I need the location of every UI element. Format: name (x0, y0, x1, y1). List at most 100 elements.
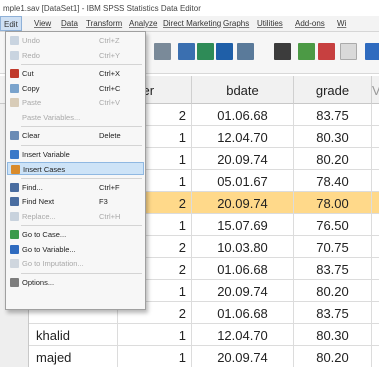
grade-cell[interactable]: 80.30 (294, 324, 372, 346)
grade-cell[interactable]: 80.30 (294, 126, 372, 148)
menu-item-go-to-case[interactable]: Go to Case... (7, 228, 144, 241)
grade-cell[interactable]: 76.50 (294, 214, 372, 236)
select-cases-icon[interactable] (237, 43, 254, 60)
grade-cell[interactable]: 83.75 (294, 258, 372, 280)
var-cell[interactable] (372, 148, 379, 170)
split-file-icon[interactable] (298, 43, 315, 60)
name-cell[interactable]: khalid (30, 324, 118, 346)
menu-item-insert-variable[interactable]: Insert Variable (7, 148, 144, 161)
bdate-cell[interactable]: 10.03.80 (192, 236, 294, 258)
menu-item-options[interactable]: Options... (7, 276, 144, 289)
name-cell[interactable]: majed (30, 346, 118, 367)
value-labels-icon[interactable] (365, 43, 379, 60)
grid-view-icon[interactable] (340, 43, 357, 60)
grid-table-icon[interactable] (216, 43, 233, 60)
bdate-cell[interactable]: 01.06.68 (192, 104, 294, 126)
column-header-var[interactable]: Va (372, 76, 379, 104)
grade-cell[interactable]: 83.75 (294, 302, 372, 324)
gender-cell[interactable]: 1 (118, 324, 192, 346)
menu-item-label: Go to Imputation... (22, 259, 84, 268)
menu-item-cut[interactable]: Cut Ctrl+X (7, 67, 144, 80)
menu-item-paste-variables[interactable]: Paste Variables... (7, 111, 144, 124)
grade-cell[interactable]: 80.20 (294, 280, 372, 302)
var-cell[interactable] (372, 104, 379, 126)
menu-add-ons[interactable]: Add-ons (295, 19, 325, 28)
grade-cell[interactable]: 78.40 (294, 170, 372, 192)
table-row[interactable]: khalid 1 12.04.70 80.30 (0, 324, 379, 346)
bdate-cell[interactable]: 20.09.74 (192, 192, 294, 214)
bdate-cell[interactable]: 01.06.68 (192, 302, 294, 324)
menu-item-label: Clear (22, 131, 40, 140)
bdate-cell[interactable]: 01.06.68 (192, 258, 294, 280)
bdate-cell[interactable]: 12.04.70 (192, 324, 294, 346)
bdate-cell[interactable]: 20.09.74 (192, 148, 294, 170)
grade-cell[interactable]: 83.75 (294, 104, 372, 126)
row-number-cell[interactable] (0, 324, 29, 346)
menu-item-shortcut: Ctrl+V (99, 98, 121, 107)
menu-item-shortcut: Ctrl+C (99, 83, 121, 93)
bdate-cell[interactable]: 15.07.69 (192, 214, 294, 236)
weight-cases-icon[interactable] (318, 43, 335, 60)
menu-analyze[interactable]: Analyze (129, 19, 157, 28)
menu-item-find-next[interactable]: Find Next F3 (7, 195, 144, 208)
grade-cell[interactable]: 70.75 (294, 236, 372, 258)
chart-builder-icon[interactable] (178, 43, 195, 60)
binoculars-find-icon[interactable] (274, 43, 291, 60)
bdate-cell[interactable]: 20.09.74 (192, 280, 294, 302)
replace-icon (10, 211, 19, 221)
menu-item-paste[interactable]: Paste Ctrl+V (7, 96, 144, 109)
var-cell[interactable] (372, 346, 379, 367)
var-cell[interactable] (372, 214, 379, 236)
menu-direct-marketing[interactable]: Direct Marketing (163, 19, 221, 28)
menu-item-find[interactable]: Find... Ctrl+F (7, 181, 144, 194)
var-cell[interactable] (372, 280, 379, 302)
menu-separator (21, 126, 142, 127)
table-row[interactable]: majed 1 20.09.74 80.20 (0, 346, 379, 367)
cut-icon (10, 69, 19, 78)
bdate-cell[interactable]: 12.04.70 (192, 126, 294, 148)
menu-item-go-to-imputation[interactable]: Go to Imputation... (7, 257, 144, 270)
menu-window[interactable]: Wi (337, 19, 346, 28)
menu-separator (21, 177, 142, 179)
var-cell[interactable] (372, 126, 379, 148)
insert-variable-toolbar-icon[interactable] (154, 43, 171, 60)
menu-item-label: Find Next (22, 197, 55, 206)
var-cell[interactable] (372, 258, 379, 280)
var-cell[interactable] (372, 192, 379, 214)
bdate-cell[interactable]: 20.09.74 (192, 346, 294, 367)
bdate-cell[interactable]: 05.01.67 (192, 170, 294, 192)
menu-edit[interactable]: Edit (0, 16, 22, 31)
var-cell[interactable] (372, 170, 379, 192)
menu-data[interactable]: Data (61, 19, 78, 28)
menu-item-replace[interactable]: Replace... Ctrl+H (7, 210, 144, 223)
window-title: mple1.sav [DataSet1] - IBM SPSS Statisti… (0, 0, 379, 16)
menu-bar: Edit View Data Transform Analyze Direct … (0, 16, 379, 32)
menu-item-label: Undo (22, 36, 40, 45)
grade-cell[interactable]: 80.20 (294, 148, 372, 170)
row-number-cell[interactable] (0, 346, 29, 367)
menu-view[interactable]: View (34, 19, 51, 28)
menu-item-insert-cases[interactable]: Insert Cases (7, 162, 144, 175)
grade-cell[interactable]: 78.00 (294, 192, 372, 214)
menu-item-redo[interactable]: Redo Ctrl+Y (7, 49, 144, 62)
gender-cell[interactable]: 1 (118, 346, 192, 367)
column-header-grade[interactable]: grade (294, 76, 372, 104)
menu-graphs[interactable]: Graphs (223, 19, 249, 28)
var-cell[interactable] (372, 324, 379, 346)
menu-separator (21, 272, 142, 274)
descriptives-icon[interactable] (197, 43, 214, 60)
menu-transform[interactable]: Transform (86, 19, 122, 28)
menu-utilities[interactable]: Utilities (257, 19, 283, 28)
menu-item-copy[interactable]: Copy Ctrl+C (7, 82, 144, 95)
menu-item-clear[interactable]: Clear Delete (7, 129, 144, 142)
column-header-bdate[interactable]: bdate (192, 76, 294, 104)
menu-item-label: Options... (22, 277, 55, 287)
menu-item-undo[interactable]: Undo Ctrl+Z (7, 34, 144, 47)
go-to-case-icon (10, 230, 19, 239)
var-cell[interactable] (372, 302, 379, 324)
var-cell[interactable] (372, 236, 379, 258)
menu-separator (21, 64, 142, 65)
menu-item-go-to-variable[interactable]: Go to Variable... (7, 243, 144, 256)
menu-item-label: Redo (22, 50, 40, 60)
grade-cell[interactable]: 80.20 (294, 346, 372, 367)
